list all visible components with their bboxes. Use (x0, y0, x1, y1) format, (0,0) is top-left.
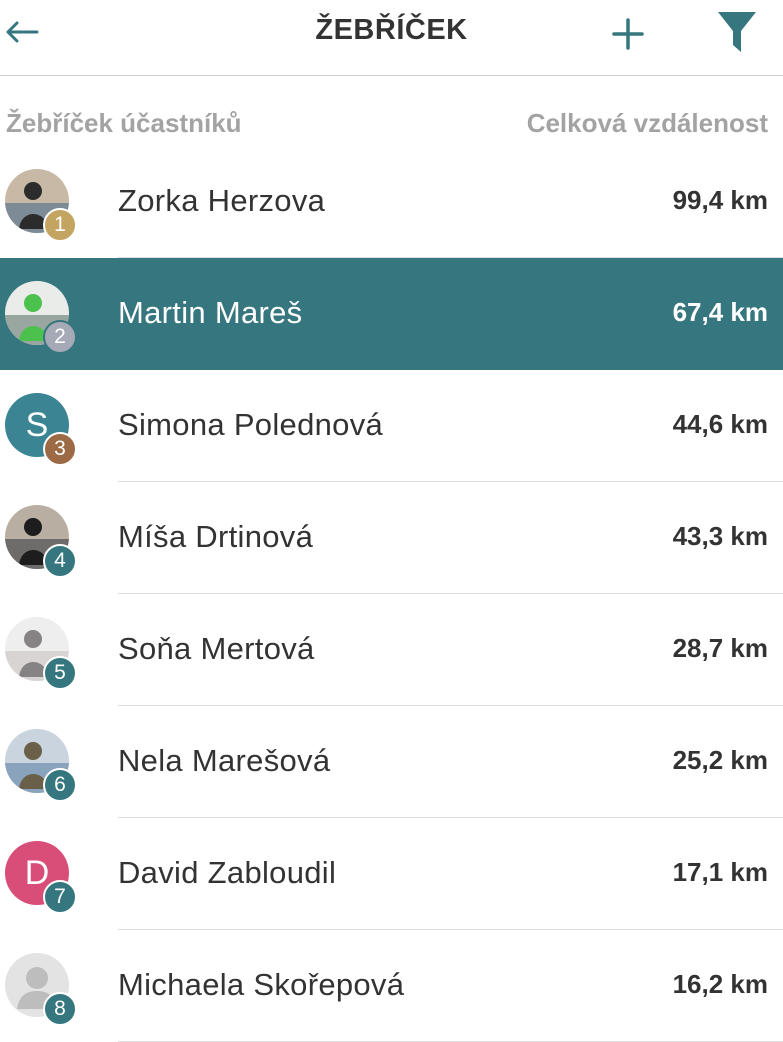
leaderboard-row[interactable]: 8 Michaela Skořepová 16,2 km (0, 930, 783, 1042)
leaderboard-row[interactable]: 2 Martin Mareš 67,4 km (0, 258, 783, 370)
top-bar: ŽEBŘÍČEK (0, 0, 783, 76)
total-distance: 67,4 km (672, 297, 768, 327)
column-header-distance: Celková vzdálenost (526, 108, 768, 138)
column-headers: Žebříček účastníků Celková vzdálenost (0, 100, 783, 150)
leaderboard-list: 1 Zorka Herzova 99,4 km 2 Martin Mareš 67,4 k… (0, 146, 783, 1042)
rank-badge: 8 (43, 992, 77, 1026)
total-distance: 43,3 km (672, 521, 768, 551)
leaderboard-row[interactable]: 5 Soňa Mertová 28,7 km (0, 594, 783, 706)
rank-badge: 2 (43, 320, 77, 354)
add-icon[interactable] (606, 12, 650, 56)
participant-name: Martin Mareš (118, 295, 303, 330)
leaderboard-row[interactable]: S 3 Simona Polednová 44,6 km (0, 370, 783, 482)
rank-badge: 4 (43, 544, 77, 578)
participant-name: Zorka Herzova (118, 183, 326, 218)
participant-name: Soňa Mertová (118, 631, 315, 666)
column-header-ranking: Žebříček účastníků (6, 108, 242, 138)
participant-name: Simona Polednová (118, 407, 384, 442)
total-distance: 99,4 km (672, 185, 768, 215)
total-distance: 16,2 km (672, 969, 768, 999)
participant-name: Michaela Skořepová (118, 967, 405, 1002)
total-distance: 17,1 km (672, 857, 768, 887)
rank-badge: 7 (43, 880, 77, 914)
rank-badge: 6 (43, 768, 77, 802)
rank-badge: 5 (43, 656, 77, 690)
leaderboard-row[interactable]: D 7 David Zabloudil 17,1 km (0, 818, 783, 930)
filter-icon[interactable] (714, 8, 760, 56)
leaderboard-row[interactable]: 4 Míša Drtinová 43,3 km (0, 482, 783, 594)
participant-name: Nela Marešová (118, 743, 331, 778)
participant-name: Míša Drtinová (118, 519, 314, 554)
leaderboard-row[interactable]: 6 Nela Marešová 25,2 km (0, 706, 783, 818)
total-distance: 25,2 km (672, 745, 768, 775)
total-distance: 44,6 km (672, 409, 768, 439)
rank-badge: 3 (43, 432, 77, 466)
total-distance: 28,7 km (672, 633, 768, 663)
participant-name: David Zabloudil (118, 855, 337, 890)
rank-badge: 1 (43, 208, 77, 242)
page-title: ŽEBŘÍČEK (315, 14, 468, 46)
leaderboard-row[interactable]: 1 Zorka Herzova 99,4 km (0, 146, 783, 258)
